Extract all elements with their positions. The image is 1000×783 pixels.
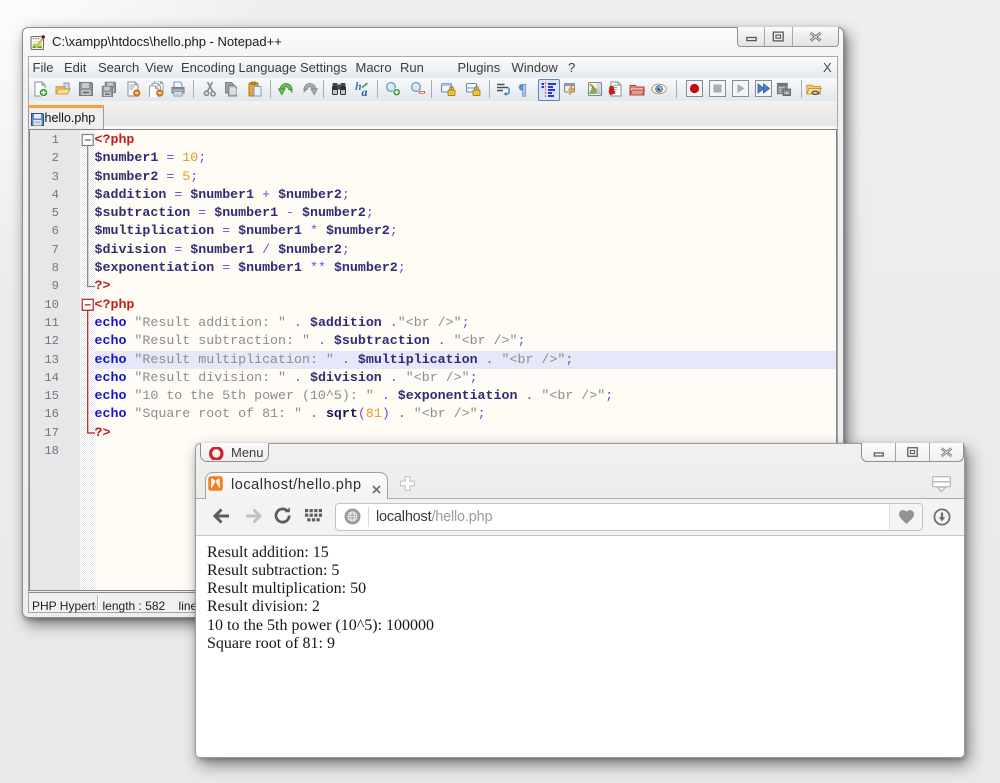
svg-text:¶: ¶ <box>518 81 527 97</box>
svg-text:uc: uc <box>784 90 790 95</box>
